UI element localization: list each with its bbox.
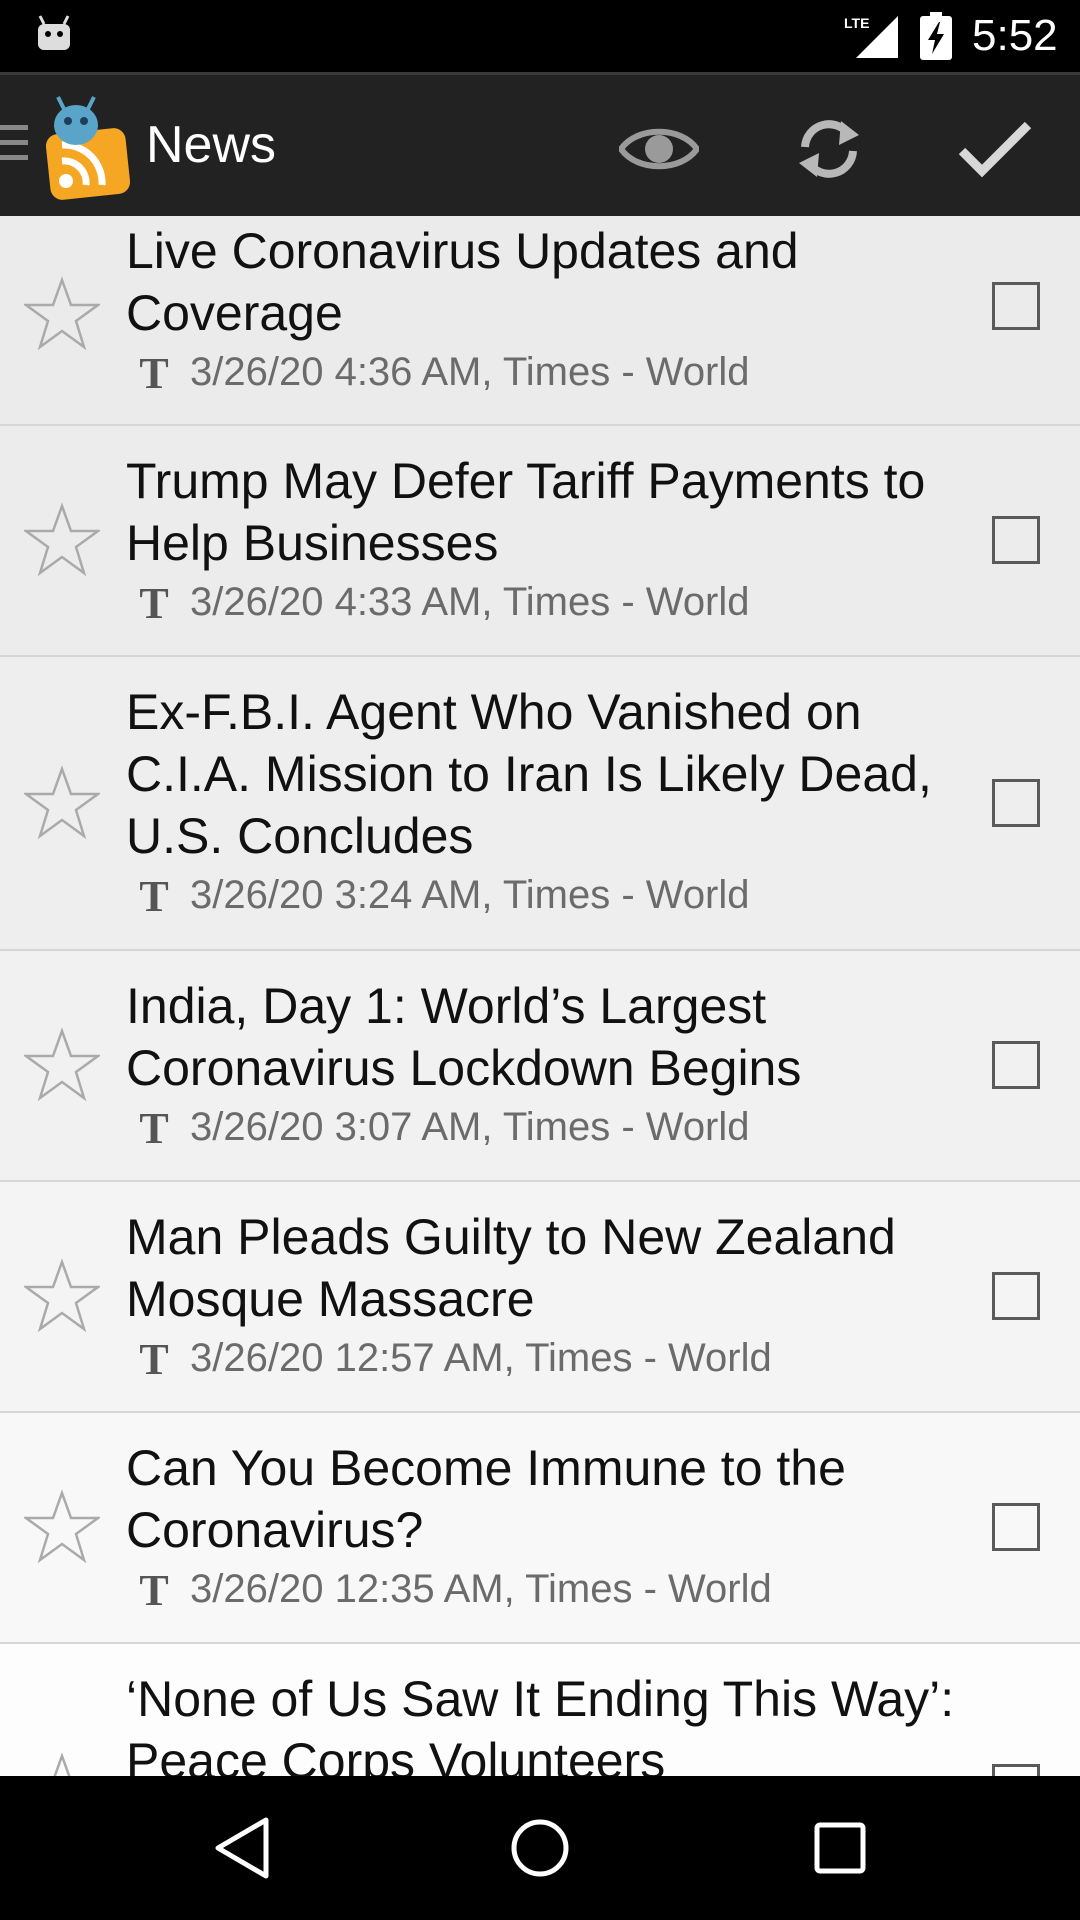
nyt-feed-icon: T <box>139 350 168 394</box>
article-date-source: 3/26/20 4:36 AM, Times - World <box>190 350 750 394</box>
drawer-icon[interactable] <box>0 121 32 165</box>
svg-text:T: T <box>139 1105 168 1149</box>
article-meta: T 3/26/20 4:33 AM, Times - World <box>126 574 956 630</box>
article-meta: T 3/26/20 3:24 AM, Times - World <box>126 867 956 923</box>
article-row[interactable]: Man Pleads Guilty to New Zealand Mosque … <box>0 1182 1080 1413</box>
star-icon[interactable] <box>24 1258 100 1334</box>
article-row[interactable]: India, Day 1: World’s Largest Coronaviru… <box>0 951 1080 1182</box>
article-title[interactable]: Man Pleads Guilty to New Zealand Mosque … <box>126 1206 956 1330</box>
recents-button[interactable] <box>800 1808 880 1888</box>
star-icon[interactable] <box>24 765 100 841</box>
mark-read-button[interactable] <box>614 111 704 187</box>
nyt-feed-icon: T <box>139 1105 168 1149</box>
svg-text:T: T <box>139 873 168 917</box>
article-title[interactable]: Trump May Defer Tariff Payments to Help … <box>126 450 956 574</box>
status-bar: LTE 5:52 <box>0 0 1080 72</box>
article-checkbox[interactable] <box>992 1272 1040 1320</box>
eye-icon <box>619 128 699 170</box>
article-list[interactable]: Live Coronavirus Updates and Coverage T … <box>0 216 1080 1776</box>
recents-square-icon <box>814 1822 866 1874</box>
article-date-source: 3/26/20 12:35 AM, Times - World <box>190 1567 772 1611</box>
refresh-button[interactable] <box>784 111 874 187</box>
mark-all-read-button[interactable] <box>950 111 1040 187</box>
svg-text:T: T <box>139 580 168 624</box>
lte-signal-icon: LTE <box>844 15 898 58</box>
article-checkbox[interactable] <box>992 1764 1040 1776</box>
article-row[interactable]: Can You Become Immune to the Coronavirus… <box>0 1413 1080 1644</box>
page-title: News <box>146 116 277 174</box>
nyt-feed-icon: T <box>139 1567 168 1611</box>
refresh-icon <box>799 120 859 178</box>
article-checkbox[interactable] <box>992 282 1040 330</box>
star-icon[interactable] <box>24 1027 100 1103</box>
article-title[interactable]: ‘None of Us Saw It Ending This Way’: Pea… <box>126 1668 956 1776</box>
network-type-label: LTE <box>844 15 869 31</box>
article-date-source: 3/26/20 12:57 AM, Times - World <box>190 1336 772 1380</box>
home-circle-icon <box>511 1819 569 1877</box>
article-date-source: 3/26/20 4:33 AM, Times - World <box>190 580 750 624</box>
battery-charging-icon <box>920 12 952 60</box>
article-title[interactable]: Ex-F.B.I. Agent Who Vanished on C.I.A. M… <box>126 681 956 867</box>
article-title[interactable]: Can You Become Immune to the Coronavirus… <box>126 1437 956 1561</box>
navigation-bar <box>0 1776 1080 1920</box>
article-checkbox[interactable] <box>992 779 1040 827</box>
article-row[interactable]: Ex-F.B.I. Agent Who Vanished on C.I.A. M… <box>0 657 1080 951</box>
status-clock: 5:52 <box>972 11 1058 60</box>
svg-text:T: T <box>139 1567 168 1611</box>
nyt-feed-icon: T <box>139 873 168 917</box>
nyt-feed-icon: T <box>139 1336 168 1380</box>
star-icon[interactable] <box>24 276 100 352</box>
article-meta: T 3/26/20 12:57 AM, Times - World <box>126 1330 956 1386</box>
svg-text:T: T <box>139 350 168 394</box>
article-meta: T 3/26/20 12:35 AM, Times - World <box>126 1561 956 1617</box>
article-row[interactable]: ‘None of Us Saw It Ending This Way’: Pea… <box>0 1644 1080 1776</box>
star-icon[interactable] <box>24 1489 100 1565</box>
back-button[interactable] <box>202 1808 282 1888</box>
article-checkbox[interactable] <box>992 516 1040 564</box>
article-title[interactable]: India, Day 1: World’s Largest Coronaviru… <box>126 975 956 1099</box>
article-row[interactable]: Live Coronavirus Updates and Coverage T … <box>0 216 1080 426</box>
svg-text:T: T <box>139 1336 168 1380</box>
article-title[interactable]: Live Coronavirus Updates and Coverage <box>126 220 956 344</box>
article-meta: T 3/26/20 3:07 AM, Times - World <box>126 1099 956 1155</box>
action-bar: News <box>0 72 1080 216</box>
nyt-feed-icon: T <box>139 580 168 624</box>
home-button[interactable] <box>500 1808 580 1888</box>
article-checkbox[interactable] <box>992 1503 1040 1551</box>
app-logo-icon[interactable] <box>40 95 132 201</box>
star-icon[interactable] <box>24 1752 100 1776</box>
article-meta: T 3/26/20 4:36 AM, Times - World <box>126 344 956 400</box>
android-notification-icon <box>38 15 70 50</box>
article-row[interactable]: Trump May Defer Tariff Payments to Help … <box>0 426 1080 657</box>
star-icon[interactable] <box>24 502 100 578</box>
back-triangle-icon <box>215 1817 269 1879</box>
article-date-source: 3/26/20 3:24 AM, Times - World <box>190 873 750 917</box>
checkmark-icon <box>958 121 1032 178</box>
article-date-source: 3/26/20 3:07 AM, Times - World <box>190 1105 750 1149</box>
article-checkbox[interactable] <box>992 1041 1040 1089</box>
